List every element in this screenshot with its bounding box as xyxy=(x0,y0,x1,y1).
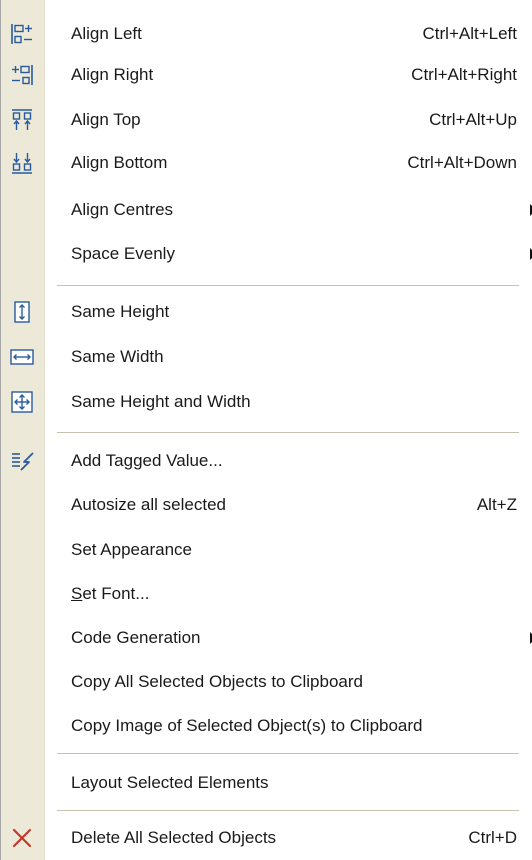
align-right-icon xyxy=(12,65,33,85)
tagged-value-icon xyxy=(12,452,34,471)
align-left-icon xyxy=(11,24,32,44)
menu-item-label: Copy Image of Selected Object(s) to Clip… xyxy=(71,716,423,735)
menu-item-autosize-all-selected[interactable]: Autosize all selected Alt+Z xyxy=(1,485,532,525)
menu-item-label: Space Evenly xyxy=(71,244,175,263)
mnemonic-letter: S xyxy=(71,584,83,603)
menu-item-set-font[interactable]: Set Font... xyxy=(1,574,532,614)
menu-item-label: Align Bottom xyxy=(71,153,168,172)
menu-separator xyxy=(57,285,519,287)
delete-icon xyxy=(12,828,32,848)
menu-item-align-right[interactable]: Align Right Ctrl+Alt+Right xyxy=(1,55,532,95)
menu-item-shortcut: Ctrl+Alt+Down xyxy=(407,153,517,172)
align-bottom-icon xyxy=(12,153,32,174)
menu-item-label: Align Top xyxy=(71,110,141,129)
same-height-icon xyxy=(14,301,30,323)
menu-item-label: Code Generation xyxy=(71,628,201,647)
menu-item-label: Same Width xyxy=(71,347,164,366)
menu-item-align-centres[interactable]: Align Centres xyxy=(1,190,532,230)
menu-item-label: Same Height and Width xyxy=(71,392,251,411)
menu-item-shortcut: Alt+Z xyxy=(476,495,517,514)
menu-item-label: Layout Selected Elements xyxy=(71,773,269,792)
menu-item-same-width[interactable]: Same Width xyxy=(1,337,532,377)
menu-separator xyxy=(57,810,519,812)
same-size-icon xyxy=(11,391,33,413)
menu-item-label: Copy All Selected Objects to Clipboard xyxy=(71,672,363,691)
menu-item-same-height-and-width[interactable]: Same Height and Width xyxy=(1,382,532,422)
menu-item-delete-all-selected-objects[interactable]: Delete All Selected Objects Ctrl+D xyxy=(1,818,532,858)
menu-item-label: Set Appearance xyxy=(71,540,192,559)
same-width-icon xyxy=(10,349,34,365)
menu-item-label: Delete All Selected Objects xyxy=(71,828,277,847)
menu-separator xyxy=(57,753,519,755)
menu-item-shortcut: Ctrl+Alt+Up xyxy=(429,110,517,129)
menu-item-set-appearance[interactable]: Set Appearance xyxy=(1,530,532,570)
menu-item-space-evenly[interactable]: Space Evenly xyxy=(1,234,532,274)
menu-item-layout-selected-elements[interactable]: Layout Selected Elements xyxy=(1,763,532,803)
menu-item-align-bottom[interactable]: Align Bottom Ctrl+Alt+Down xyxy=(1,143,532,183)
menu-item-label: Autosize all selected xyxy=(71,495,226,514)
align-top-icon xyxy=(12,109,32,130)
menu-item-label: Align Centres xyxy=(71,200,174,219)
menu-item-same-height[interactable]: Same Height xyxy=(1,292,532,332)
menu-item-label: Set Font... xyxy=(71,574,149,614)
menu-item-align-left[interactable]: Align Left Ctrl+Alt+Left xyxy=(1,14,532,54)
menu-item-shortcut: Ctrl+Alt+Left xyxy=(422,24,518,43)
menu-item-label: Same Height xyxy=(71,302,170,321)
menu-item-copy-all-selected-objects[interactable]: Copy All Selected Objects to Clipboard xyxy=(1,662,532,702)
menu-item-label: Align Left xyxy=(71,24,142,43)
menu-item-copy-image-of-selected-objects[interactable]: Copy Image of Selected Object(s) to Clip… xyxy=(1,706,532,746)
menu-item-label-rest: et Font... xyxy=(82,584,150,603)
menu-item-align-top[interactable]: Align Top Ctrl+Alt+Up xyxy=(1,100,532,140)
menu-item-label: Align Right xyxy=(71,65,154,84)
menu-item-code-generation[interactable]: Code Generation xyxy=(1,618,532,658)
menu-item-label: Add Tagged Value... xyxy=(71,451,223,470)
menu-separator xyxy=(57,432,519,434)
context-menu: Align Left Ctrl+Alt+Left Align Right Ctr… xyxy=(0,0,532,860)
menu-item-add-tagged-value[interactable]: Add Tagged Value... xyxy=(1,441,532,481)
menu-item-shortcut: Ctrl+Alt+Right xyxy=(411,65,517,84)
menu-item-shortcut: Ctrl+D xyxy=(468,828,517,847)
